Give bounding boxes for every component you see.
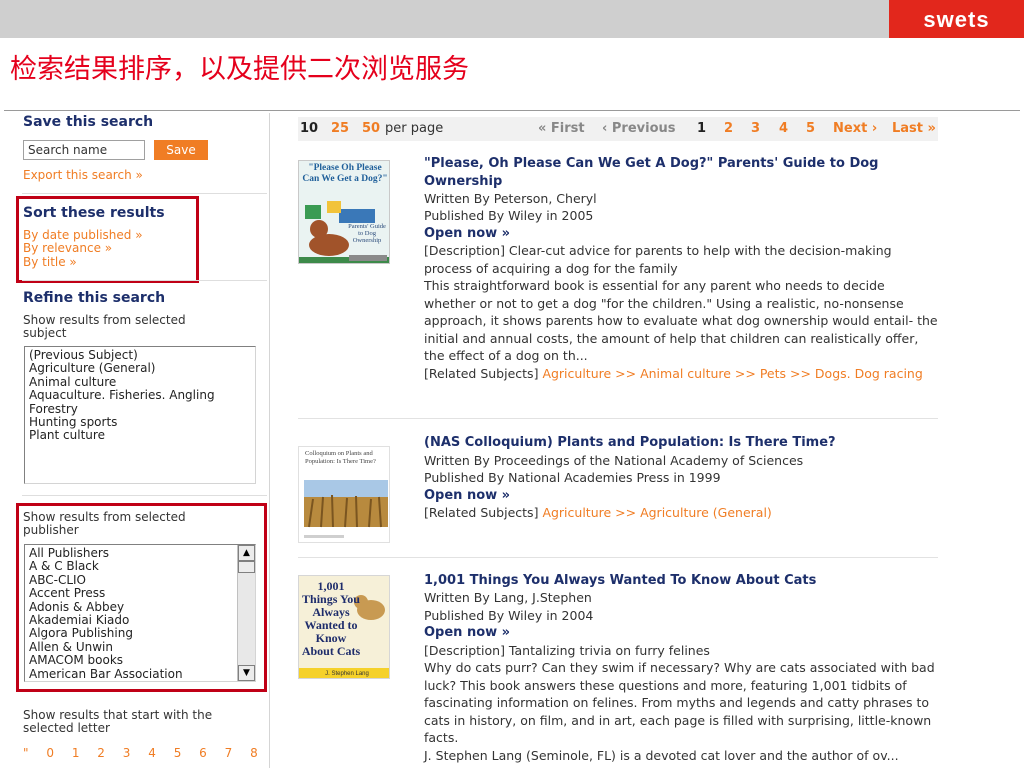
- result-item: "Please Oh Please Can We Get a Dog?" Par…: [298, 155, 938, 405]
- slide-title: 检索结果排序，以及提供二次浏览服务: [10, 54, 469, 85]
- open-now-link[interactable]: Open now »: [424, 624, 510, 642]
- page-4[interactable]: 4: [779, 122, 788, 136]
- list-option[interactable]: Plant culture: [25, 429, 255, 443]
- cover-title: 1,001 Things You Always Wanted to Know A…: [301, 579, 361, 658]
- search-name-input[interactable]: Search name: [23, 140, 145, 160]
- result-title-link[interactable]: (NAS Colloquium) Plants and Population: …: [424, 434, 934, 452]
- result-related-subjects: [Related Subjects] Agriculture >> Animal…: [424, 365, 939, 383]
- letter-link[interactable]: 6: [199, 746, 209, 760]
- pager-bar: 10 25 50 per page « First ‹ Previous 1 2…: [298, 117, 938, 141]
- list-option[interactable]: Agriculture (General): [25, 361, 255, 375]
- subject-label: Show results from selected subject: [23, 313, 186, 340]
- refine-search-heading: Refine this search: [23, 290, 166, 306]
- letter-label: Show results that start with the selecte…: [23, 708, 213, 735]
- list-option[interactable]: Hunting sports: [25, 415, 255, 429]
- result-summary: Why do cats purr? Can they swim if neces…: [424, 660, 935, 745]
- page-2[interactable]: 2: [724, 122, 733, 136]
- title-rule: [4, 110, 1020, 111]
- result-title-link[interactable]: "Please, Oh Please Can We Get A Dog?" Pa…: [424, 155, 934, 190]
- sort-highlight-box: [16, 196, 199, 283]
- result-author-note: J. Stephen Lang (Seminole, FL) is a devo…: [424, 748, 899, 763]
- letter-link[interactable]: 8: [250, 746, 260, 760]
- letter-link[interactable]: 4: [148, 746, 158, 760]
- open-now-link[interactable]: Open now »: [424, 225, 510, 243]
- first-page-link[interactable]: « First: [538, 122, 585, 136]
- cover-title: Colloquium on Plants and Population: Is …: [305, 450, 376, 465]
- letter-link[interactable]: 1: [72, 746, 82, 760]
- result-divider: [298, 418, 938, 419]
- letter-index: " 0 1 2 3 4 5 6 7 8: [23, 746, 270, 760]
- swets-logo: swets: [889, 0, 1024, 38]
- letter-link[interactable]: 2: [97, 746, 107, 760]
- book-cover[interactable]: "Please Oh Please Can We Get a Dog?" Par…: [298, 160, 390, 264]
- list-option[interactable]: Aquaculture. Fisheries. Angling: [25, 388, 255, 402]
- page-3[interactable]: 3: [751, 122, 760, 136]
- divider: [22, 193, 267, 194]
- divider: [22, 280, 267, 281]
- result-item: Colloquium on Plants and Population: Is …: [298, 434, 938, 544]
- list-option[interactable]: Animal culture: [25, 375, 255, 389]
- letter-link[interactable]: ": [23, 746, 31, 760]
- cover-title: "Please Oh Please Can We Get a Dog?": [302, 163, 388, 184]
- result-author: Written By Lang, J.Stephen: [424, 590, 592, 605]
- per-page-25[interactable]: 25: [331, 122, 349, 136]
- subjects-label: [Related Subjects]: [424, 505, 539, 520]
- result-publisher: Published By National Academies Press in…: [424, 470, 721, 485]
- cover-subtitle: Parents' Guide to Dog Ownership: [348, 223, 386, 244]
- subjects-label: [Related Subjects]: [424, 366, 539, 381]
- top-banner: [0, 0, 1024, 38]
- result-title-link[interactable]: 1,001 Things You Always Wanted To Know A…: [424, 572, 934, 590]
- publisher-highlight-box: [16, 503, 267, 692]
- page-1: 1: [697, 121, 707, 136]
- result-related-subjects: [Related Subjects] Agriculture >> Agricu…: [424, 504, 939, 522]
- book-cover[interactable]: Colloquium on Plants and Population: Is …: [298, 446, 390, 543]
- subject-listbox[interactable]: (Previous Subject) Agriculture (General)…: [24, 346, 256, 484]
- export-search-link[interactable]: Export this search »: [23, 169, 143, 182]
- result-summary: This straightforward book is essential f…: [424, 278, 938, 363]
- letter-link[interactable]: 7: [225, 746, 235, 760]
- subjects-path-link[interactable]: Agriculture >> Agriculture (General): [542, 505, 771, 520]
- per-page-10[interactable]: 10: [300, 122, 318, 136]
- letter-link[interactable]: 0: [46, 746, 56, 760]
- result-description: [Description] Tantalizing trivia on furr…: [424, 643, 710, 658]
- per-page-50[interactable]: 50: [362, 122, 380, 136]
- open-now-link[interactable]: Open now »: [424, 487, 510, 505]
- next-page-link[interactable]: Next ›: [833, 122, 877, 136]
- page-5[interactable]: 5: [806, 122, 815, 136]
- cover-author: J. Stephen Lang: [325, 671, 369, 677]
- subjects-path-link[interactable]: Agriculture >> Animal culture >> Pets >>…: [542, 366, 922, 381]
- result-author: Written By Peterson, Cheryl: [424, 191, 597, 206]
- letter-link[interactable]: 5: [174, 746, 184, 760]
- result-publisher: Published By Wiley in 2005: [424, 208, 594, 223]
- result-item: 1,001 Things You Always Wanted to Know A…: [298, 572, 938, 768]
- result-author: Written By Proceedings of the National A…: [424, 453, 804, 468]
- result-publisher: Published By Wiley in 2004: [424, 608, 594, 623]
- list-option[interactable]: Forestry: [25, 402, 255, 416]
- book-cover[interactable]: 1,001 Things You Always Wanted to Know A…: [298, 575, 390, 679]
- per-page-label: per page: [385, 121, 444, 136]
- column-divider: [269, 113, 270, 768]
- list-option[interactable]: (Previous Subject): [25, 348, 255, 362]
- letter-link[interactable]: 3: [123, 746, 133, 760]
- previous-page-link[interactable]: ‹ Previous: [602, 122, 676, 136]
- divider: [22, 495, 267, 496]
- save-button[interactable]: Save: [154, 140, 208, 160]
- save-search-heading: Save this search: [23, 114, 154, 130]
- result-description: [Description] Clear-cut advice for paren…: [424, 243, 892, 276]
- last-page-link[interactable]: Last »: [892, 122, 936, 136]
- result-divider: [298, 557, 938, 558]
